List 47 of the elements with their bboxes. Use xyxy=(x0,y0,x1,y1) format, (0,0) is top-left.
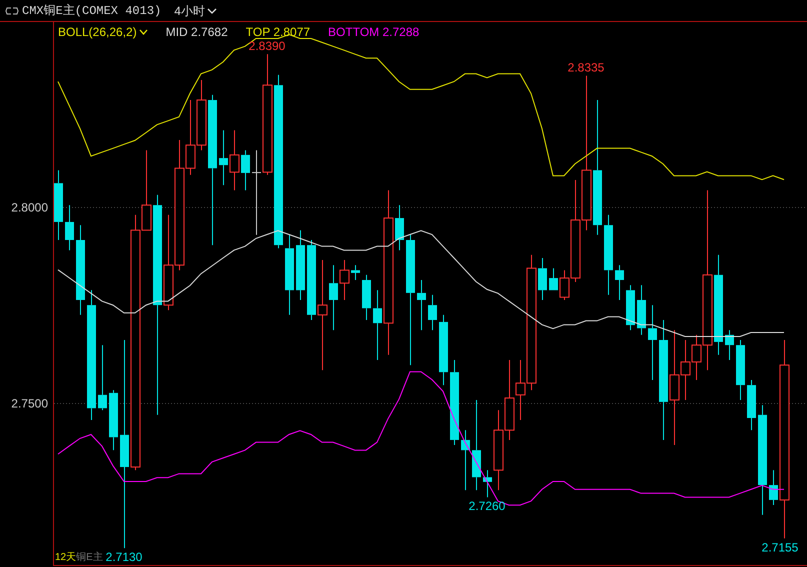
period-label: 12天 xyxy=(55,551,76,565)
indicator-value: MID 2.7682 xyxy=(166,24,228,41)
candlestick xyxy=(725,330,734,360)
candlestick xyxy=(230,130,240,191)
candlestick xyxy=(340,260,350,300)
candlestick xyxy=(362,274,371,320)
indicator-value: TOP 2.8077 xyxy=(246,24,310,41)
candlestick xyxy=(483,470,492,498)
period-dropdown[interactable]: 4小时 xyxy=(174,2,217,20)
chevron-down-icon xyxy=(206,8,217,14)
candlestick xyxy=(109,390,118,451)
indicator-selector[interactable]: BOLL(26,26,2) xyxy=(58,23,148,41)
candlestick xyxy=(351,264,360,280)
candlestick xyxy=(196,80,206,151)
candlestick xyxy=(329,264,338,331)
candlestick xyxy=(736,339,745,400)
candlestick xyxy=(241,150,250,191)
price-label: 2.7260 xyxy=(468,499,506,514)
price-label: 2.7155 xyxy=(762,540,798,554)
price-label: 2.8390 xyxy=(248,39,286,54)
candlestick xyxy=(549,268,558,291)
y-axis-label: 2.8000 xyxy=(11,200,48,214)
candlestick xyxy=(428,294,437,331)
candlestick xyxy=(296,230,305,300)
price-label: 2.7130 xyxy=(106,550,142,564)
candlestick xyxy=(747,379,756,431)
candlestick xyxy=(98,344,107,411)
chevron-down-icon xyxy=(138,29,148,35)
candlestick xyxy=(439,314,448,386)
candlestick xyxy=(461,430,470,491)
candlestick xyxy=(637,284,646,336)
candlestick xyxy=(65,204,74,251)
candlestick xyxy=(417,280,426,331)
y-axis-label: 2.7500 xyxy=(11,396,48,410)
chart-title: CMX铜E主(COMEX 4013) xyxy=(22,2,162,20)
price-label: 2.8335 xyxy=(568,60,604,75)
indicator-value: BOTTOM 2.7288 xyxy=(328,24,420,41)
candlestick xyxy=(395,204,404,251)
candlestick xyxy=(54,170,63,240)
symbol-label: 铜E主 xyxy=(76,550,103,565)
candlestick xyxy=(538,258,547,300)
link-icon[interactable] xyxy=(5,6,19,14)
candlestick xyxy=(615,264,624,300)
candlestick xyxy=(373,290,382,360)
candlestick xyxy=(626,284,635,331)
candlestick xyxy=(219,130,228,186)
candlestick xyxy=(769,470,778,506)
